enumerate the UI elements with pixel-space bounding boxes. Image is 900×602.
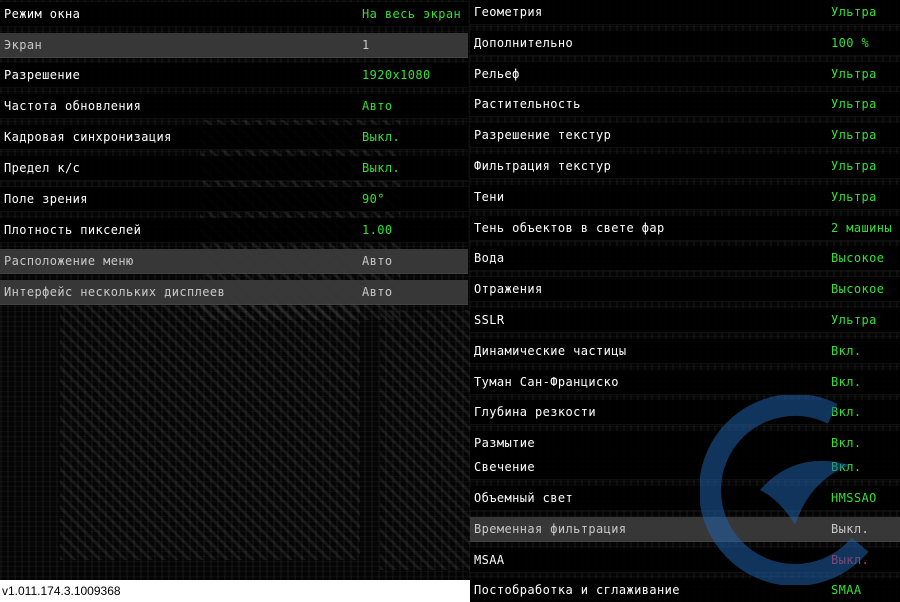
setting-row-fps-limit[interactable]: Предел к/с Выкл. [0,156,468,181]
setting-row-fov[interactable]: Поле зрения 90° [0,187,468,212]
setting-row-window-mode[interactable]: Режим окна На весь экран [0,2,468,27]
setting-value[interactable]: 90° [362,192,385,206]
setting-value[interactable]: Вкл. [831,375,862,389]
setting-value[interactable]: 1.00 [362,223,393,237]
setting-row-menu-position[interactable]: Расположение меню Авто [0,249,468,274]
setting-label: Свечение [474,460,535,474]
setting-value[interactable]: На весь экран [362,7,461,21]
setting-row-reflections[interactable]: Отражения Высокое [470,277,900,302]
setting-row-pixel-density[interactable]: Плотность пикселей 1.00 [0,218,468,243]
setting-row-water[interactable]: Вода Высокое [470,246,900,271]
setting-label: Динамические частицы [474,344,627,358]
setting-label: Тень объектов в свете фар [474,221,665,235]
setting-value[interactable]: SMAA [831,583,862,597]
setting-label: Геометрия [474,5,543,19]
setting-value[interactable]: Авто [362,285,393,299]
setting-row-screen[interactable]: Экран 1 [0,33,468,58]
setting-label: Плотность пикселей [4,223,142,237]
setting-value[interactable]: Ультра [831,313,877,327]
setting-value[interactable]: Авто [362,254,393,268]
setting-row-dynamic-particles[interactable]: Динамические частицы Вкл. [470,339,900,364]
setting-label: Режим окна [4,7,81,21]
setting-row-vegetation[interactable]: Растительность Ультра [470,92,900,117]
version-label: v1.011.174.3.1009368 [0,580,470,602]
setting-label: Глубина резкости [474,405,596,419]
setting-row-texture-resolution[interactable]: Разрешение текстур Ультра [470,123,900,148]
setting-row-sslr[interactable]: SSLR Ультра [470,308,900,333]
setting-row-resolution[interactable]: Разрешение 1920x1080 [0,63,468,88]
setting-value[interactable]: Ультра [831,159,877,173]
setting-label: Частота обновления [4,99,142,113]
setting-row-headlight-shadows[interactable]: Тень объектов в свете фар 2 машины [470,216,900,241]
setting-row-texture-filtering[interactable]: Фильтрация текстур Ультра [470,154,900,179]
setting-label: MSAA [474,553,505,567]
setting-label: Расположение меню [4,254,134,268]
setting-label: Постобработка и сглаживание [474,583,680,597]
setting-value[interactable]: Ультра [831,5,877,19]
setting-label: Разрешение текстур [474,128,612,142]
setting-label: Туман Сан-Франциско [474,375,619,389]
setting-label: Тени [474,190,505,204]
setting-label: Поле зрения [4,192,88,206]
setting-value[interactable]: 1 [362,38,370,52]
setting-label: Предел к/с [4,161,81,175]
setting-value[interactable]: Авто [362,99,393,113]
setting-label: Экран [4,38,43,52]
setting-value[interactable]: Ультра [831,97,877,111]
setting-value[interactable]: Ультра [831,190,877,204]
setting-value[interactable]: Ультра [831,128,877,142]
setting-label: Временная фильтрация [474,522,627,536]
setting-value[interactable]: 1920x1080 [362,68,431,82]
setting-label: Разрешение [4,68,81,82]
setting-label: Фильтрация текстур [474,159,612,173]
setting-value[interactable]: Выкл. [362,130,400,144]
setting-row-shadows[interactable]: Тени Ультра [470,185,900,210]
setting-label: SSLR [474,313,505,327]
setting-row-terrain[interactable]: Рельеф Ультра [470,62,900,87]
setting-row-additional[interactable]: Дополнительно 100 % [470,31,900,56]
setting-value[interactable]: Вкл. [831,344,862,358]
setting-row-vsync[interactable]: Кадровая синхронизация Выкл. [0,125,468,150]
setting-label: Интерфейс нескольких дисплеев [4,285,226,299]
setting-value[interactable]: Высокое [831,251,884,265]
background-texture [380,310,470,570]
setting-value[interactable]: 2 машины [831,221,892,235]
setting-label: Дополнительно [474,36,574,50]
setting-label: Размытие [474,436,535,450]
setting-value[interactable]: Выкл. [362,161,400,175]
setting-value[interactable]: Ультра [831,67,877,81]
setting-row-refresh-rate[interactable]: Частота обновления Авто [0,94,468,119]
setting-label: Объемный свет [474,491,574,505]
setting-row-sf-fog[interactable]: Туман Сан-Франциско Вкл. [470,370,900,395]
logo-watermark-icon [700,395,890,585]
setting-label: Кадровая синхронизация [4,130,172,144]
setting-row-geometry[interactable]: Геометрия Ультра [470,0,900,25]
setting-label: Вода [474,251,505,265]
setting-value[interactable]: 100 % [831,36,869,50]
setting-row-multi-display-ui[interactable]: Интерфейс нескольких дисплеев Авто [0,280,468,305]
setting-label: Отражения [474,282,543,296]
setting-value[interactable]: Высокое [831,282,884,296]
background-texture [60,300,360,560]
setting-label: Рельеф [474,67,520,81]
setting-label: Растительность [474,97,581,111]
